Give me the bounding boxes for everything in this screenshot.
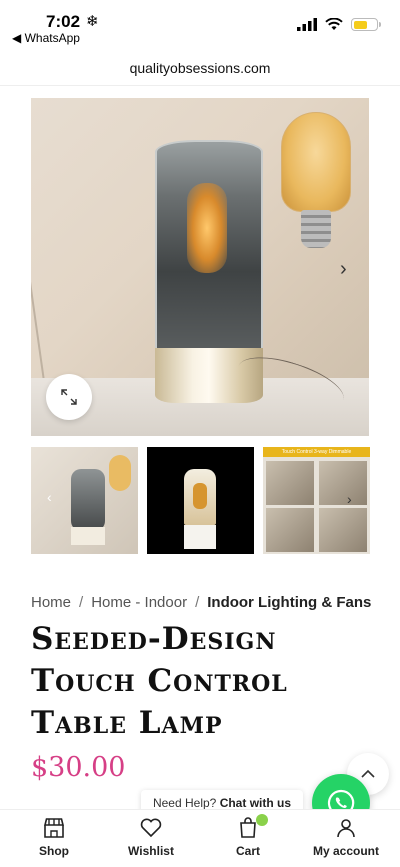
product-price: $30.00 <box>31 752 126 783</box>
thumbnail-3[interactable]: Touch Control 3-way Dimmable › <box>263 447 370 554</box>
signal-icon <box>297 18 317 31</box>
nav-wishlist-label: Wishlist <box>128 844 174 858</box>
help-prompt: Need Help? <box>152 796 217 810</box>
expand-image-button[interactable] <box>46 374 92 420</box>
breadcrumb-current[interactable]: Indoor Lighting & Fans <box>207 594 371 611</box>
chat-with-us-link[interactable]: Chat with us <box>220 796 291 810</box>
nav-account-label: My account <box>312 844 379 858</box>
user-icon <box>337 819 355 838</box>
snowflake-icon: ❄ <box>86 13 99 30</box>
chevron-left-icon[interactable]: ‹ <box>47 489 52 505</box>
expand-icon <box>61 389 77 405</box>
thumbnail-1[interactable]: ‹ <box>31 447 138 554</box>
nav-cart-label: Cart <box>235 844 260 858</box>
status-bar: 7:02 ❄ ◀ WhatsApp <box>0 0 400 50</box>
shop-icon <box>43 818 65 838</box>
status-time: 7:02 <box>46 12 81 31</box>
thumbnail-2[interactable] <box>147 447 254 554</box>
nav-wishlist[interactable]: Wishlist <box>111 810 191 867</box>
url-bar[interactable]: qualityobsessions.com <box>0 50 400 86</box>
breadcrumb-home[interactable]: Home <box>31 594 71 611</box>
nav-shop[interactable]: Shop <box>14 810 94 867</box>
battery-icon <box>351 18 381 31</box>
nav-shop-label: Shop <box>39 844 69 858</box>
back-to-whatsapp-link[interactable]: ◀ WhatsApp <box>12 31 80 45</box>
chevron-right-icon[interactable]: › <box>340 258 347 281</box>
product-title: Seeded-Design Touch Control Table Lamp <box>31 621 288 741</box>
cart-badge <box>256 814 268 826</box>
breadcrumb-home-indoor[interactable]: Home - Indoor <box>91 594 187 611</box>
nav-cart[interactable]: Cart <box>208 810 288 867</box>
heart-icon <box>140 818 162 838</box>
wifi-icon <box>325 18 343 30</box>
bottom-nav: Shop Wishlist Cart My account <box>0 809 400 867</box>
bulb-illustration <box>281 112 351 212</box>
chevron-right-icon[interactable]: › <box>347 491 352 507</box>
thumbnail-caption: Touch Control 3-way Dimmable <box>263 447 370 457</box>
breadcrumb: Home / Home - Indoor / Indoor Lighting & Fan… <box>31 594 372 611</box>
chevron-up-icon <box>361 769 375 778</box>
status-icons <box>297 18 381 31</box>
nav-account[interactable]: My account <box>306 810 386 867</box>
